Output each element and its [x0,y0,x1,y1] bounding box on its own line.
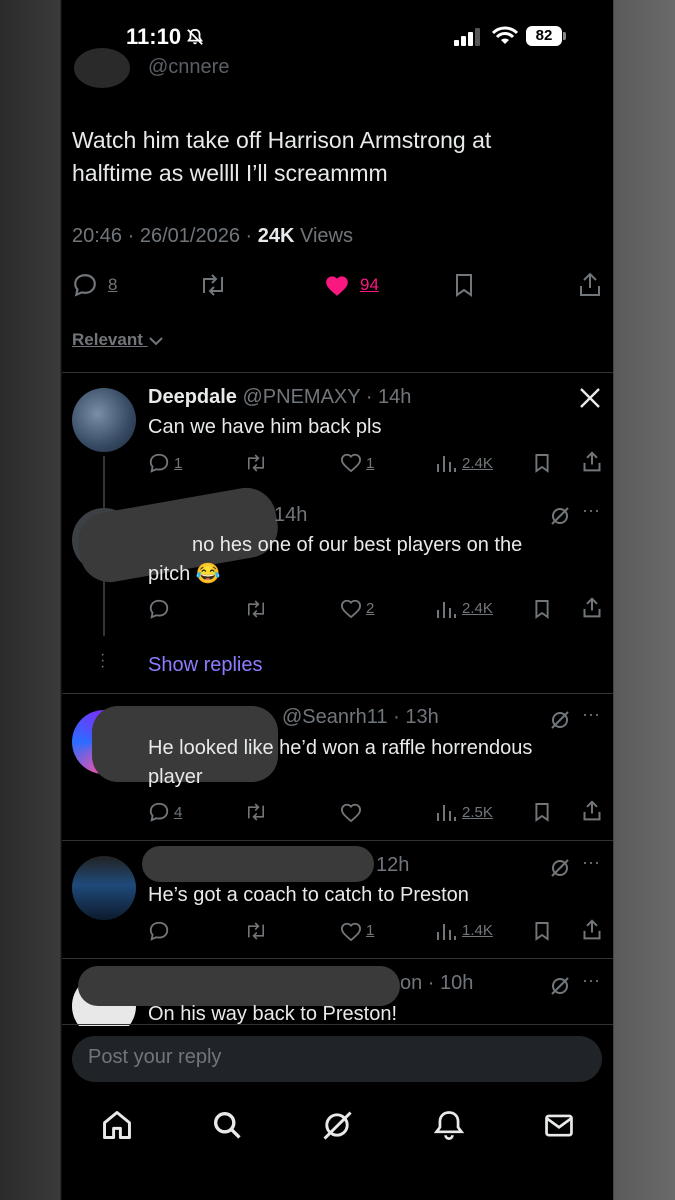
bookmark-icon[interactable] [534,599,550,619]
views-icon[interactable] [436,922,456,940]
bookmark-icon[interactable] [534,802,550,822]
views-count[interactable]: 2.4K [462,600,493,617]
divider [62,693,613,694]
reply-age: 12h [376,854,410,876]
reply-text: no hes one of our best players on the pi… [148,534,523,585]
views-count: 24K [257,225,295,247]
reply-avatar[interactable] [72,856,136,920]
bell-off-icon [187,28,203,45]
retweet-icon[interactable] [244,920,268,942]
like-icon[interactable] [340,598,362,618]
views-label: Views [300,225,353,247]
reply-text: On his way back to Preston! [148,1003,398,1025]
retweet-icon[interactable] [244,801,268,823]
author-handle[interactable]: @cnnere [148,56,229,79]
chevron-down-icon [148,336,163,345]
like-count[interactable]: 1 [366,922,374,939]
reply-age: on · 10h [400,972,474,994]
reply-icon[interactable] [148,452,170,474]
like-count[interactable]: 2 [366,600,374,617]
reply-icon[interactable] [148,801,170,823]
show-replies-link[interactable]: Show replies [148,654,263,677]
reply-avatar[interactable] [72,388,136,452]
views-count[interactable]: 2.4K [462,455,493,472]
reply-icon[interactable] [148,598,170,620]
like-icon-filled[interactable] [324,273,350,297]
battery-indicator: 82 [526,26,562,46]
author-avatar[interactable] [74,48,130,88]
sort-dropdown[interactable]: Relevant [72,330,164,350]
divider [62,840,613,841]
grok-icon[interactable] [550,506,570,526]
search-icon[interactable] [210,1108,244,1142]
more-icon[interactable]: ··· [582,500,600,521]
views-icon[interactable] [436,600,456,618]
reply-handle[interactable]: @PNEMAXY [243,386,361,408]
redaction-mark [142,846,374,882]
share-icon[interactable] [582,800,602,822]
reply-age: 13h [405,706,439,728]
reply-handle[interactable]: @Seanrh11 [282,706,388,728]
reply-text: He’s got a coach to catch to Preston [148,884,469,906]
more-icon[interactable]: ··· [582,704,600,725]
reply-text: He looked like he’d won a raffle horrend… [148,737,533,788]
views-icon[interactable] [436,454,456,472]
grok-icon[interactable] [550,858,570,878]
more-dots-icon: · · · [100,646,106,675]
share-icon[interactable] [582,597,602,619]
like-icon[interactable] [340,802,362,822]
retweet-icon[interactable] [244,598,268,620]
bookmark-icon[interactable] [534,921,550,941]
signal-icon [454,28,480,46]
reply-count[interactable]: 8 [108,275,117,295]
divider [62,958,613,959]
like-count[interactable]: 1 [366,455,374,472]
bookmark-icon[interactable] [454,273,474,297]
reply-count[interactable]: 1 [174,455,182,472]
reply-cropped: on · 10h ··· On his way back to Preston! [62,960,613,1026]
views-count[interactable]: 2.5K [462,804,493,821]
reply-age: 14h [378,386,412,408]
reply-header: @Seanrh11 · 13h [282,706,439,728]
like-count[interactable]: 94 [360,275,379,295]
divider [62,1024,613,1025]
views-icon[interactable] [436,803,456,821]
like-icon[interactable] [340,452,362,472]
share-icon[interactable] [582,451,602,473]
wifi-icon [492,26,518,44]
sort-label: Relevant [72,330,143,349]
retweet-icon[interactable] [244,452,268,474]
more-icon[interactable]: ··· [582,970,600,991]
tweet-meta: 20:46 · 26/01/2026 · 24K Views [72,225,353,247]
reply-text: Can we have him back pls [148,416,382,438]
messages-icon[interactable] [542,1108,576,1142]
more-icon[interactable]: ··· [582,852,600,873]
reply-icon[interactable] [148,920,170,942]
reply-age: 14h [274,504,308,526]
app-screen: 11:10 82 @cnnere Watch him take off Harr… [62,0,613,1200]
grok-icon[interactable] [320,1108,354,1142]
reply-placeholder: Post your reply [88,1046,222,1068]
share-icon[interactable] [582,919,602,941]
reply-count[interactable]: 4 [174,804,182,821]
like-icon[interactable] [340,921,362,941]
reply-icon[interactable] [72,272,98,298]
reply-header: Deepdale @PNEMAXY · 14h [148,386,412,408]
reply-name[interactable]: Deepdale [148,386,237,408]
home-icon[interactable] [100,1108,134,1142]
x-logo-icon [580,388,600,408]
bookmark-icon[interactable] [534,453,550,473]
divider [62,372,613,373]
battery-tip [563,32,566,40]
tweet-date: 26/01/2026 [139,225,240,247]
notifications-icon[interactable] [432,1108,466,1142]
tweet-time: 20:46 [72,225,123,247]
grok-icon[interactable] [550,976,570,996]
status-time: 11:10 [126,24,182,49]
grok-icon[interactable] [550,710,570,730]
tweet-text: Watch him take off Harrison Armstrong at… [72,127,492,186]
retweet-icon[interactable] [198,272,228,298]
views-count[interactable]: 1.4K [462,922,493,939]
share-icon[interactable] [578,272,602,298]
